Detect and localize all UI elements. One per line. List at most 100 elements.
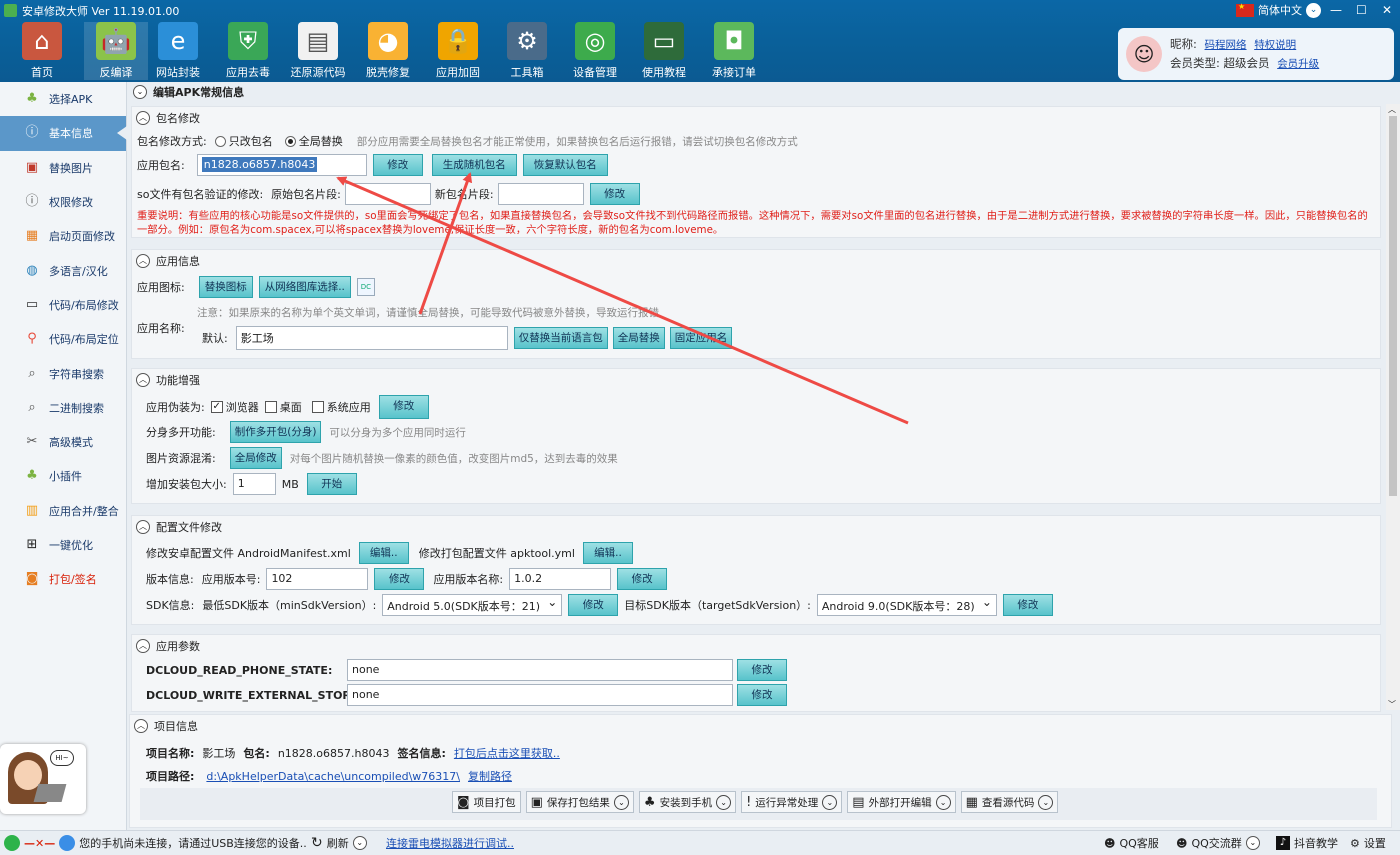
nav-android[interactable]: 🤖 反编译 (84, 22, 148, 80)
sidebar-item-8[interactable]: ⚲ 代码/布局定位 (0, 322, 126, 356)
size-input[interactable]: 1 (232, 473, 276, 495)
param-modify-button[interactable]: 修改 (737, 684, 787, 706)
nav-ie[interactable]: e 网站封装 (146, 22, 210, 80)
radio-only-package[interactable] (214, 135, 226, 147)
chevron-down-icon[interactable]: ⌄ (352, 836, 367, 850)
nick-link[interactable]: 码程网络 (1205, 39, 1247, 51)
copy-path-link[interactable]: 复制路径 (468, 768, 512, 784)
clone-button[interactable]: 制作多开包(分身) (229, 421, 322, 443)
sign-info-link[interactable]: 打包后点击这里获取.. (454, 745, 560, 761)
collapse-icon[interactable]: ︿ (136, 373, 150, 387)
package-name-input[interactable]: n1828.o6857.h8043 (196, 154, 367, 176)
qq-service-label[interactable]: QQ客服 (1119, 835, 1158, 851)
chevron-down-icon[interactable]: ⌄ (822, 794, 838, 810)
edit-header[interactable]: ⌄ 编辑APK常规信息 (133, 84, 244, 100)
edit-manifest-button[interactable]: 编辑.. (358, 542, 409, 564)
sidebar-item-5[interactable]: ▦ 启动页面修改 (0, 219, 126, 253)
fixed-name-button[interactable]: 固定应用名 (669, 327, 733, 349)
nav-chalkboard[interactable]: ▭ 使用教程 (632, 22, 696, 80)
version-code-input[interactable]: 102 (266, 568, 369, 590)
min-sdk-modify-button[interactable]: 修改 (568, 594, 619, 616)
nav-house[interactable]: ⌂ 首页 (10, 22, 74, 80)
nav-radar[interactable]: ◎ 设备管理 (563, 22, 627, 80)
radio-global-replace[interactable] (284, 135, 296, 147)
random-package-button[interactable]: 生成随机包名 (431, 154, 517, 176)
emulator-link[interactable]: 连接雷电模拟器进行调试.. (386, 835, 514, 851)
sidebar-item-14[interactable]: ⊞ 一键优化 (0, 528, 126, 562)
sidebar-item-3[interactable]: ▣ 替换图片 (0, 151, 126, 185)
target-sdk-select[interactable]: Android 9.0(SDK版本号：28) (816, 594, 997, 616)
chevron-down-icon[interactable]: ⌄ (716, 794, 732, 810)
desktop-checkbox[interactable] (264, 401, 277, 413)
nav-lock[interactable]: 🔒 应用加固 (426, 22, 490, 80)
nav-toolbox[interactable]: ⚙ 工具箱 (495, 22, 559, 80)
project-action-2[interactable]: ▣ 保存打包结果 ⌄ (525, 791, 634, 813)
refresh-icon[interactable]: ↻ (311, 835, 323, 851)
sidebar-item-7[interactable]: ▭ 代码/布局修改 (0, 288, 126, 322)
current-lang-button[interactable]: 仅替换当前语言包 (513, 327, 608, 349)
scroll-thumb[interactable] (1389, 116, 1397, 496)
douyin-label[interactable]: 抖音教学 (1294, 835, 1338, 851)
sidebar-item-2[interactable]: ⓘ 基本信息 (0, 116, 127, 151)
chevron-down-icon[interactable]: ⌄ (1306, 2, 1321, 18)
so-modify-button[interactable]: 修改 (589, 183, 640, 205)
app-logo-icon[interactable]: DC (356, 278, 375, 296)
restore-package-button[interactable]: 恢复默认包名 (522, 154, 608, 176)
refresh-label[interactable]: 刷新 (327, 835, 349, 851)
chevron-down-icon[interactable]: ⌄ (935, 794, 951, 810)
min-sdk-select[interactable]: Android 5.0(SDK版本号：21) (382, 594, 563, 616)
collapse-icon[interactable]: ︿ (136, 520, 150, 534)
size-start-button[interactable]: 开始 (306, 473, 357, 495)
main-scrollbar[interactable]: ︿ ﹀ (1386, 104, 1400, 710)
sidebar-item-12[interactable]: ♣ 小插件 (0, 459, 126, 493)
browser-checkbox[interactable]: ✓ (210, 401, 223, 413)
settings-label[interactable]: 设置 (1364, 835, 1386, 851)
sidebar-item-13[interactable]: ▥ 应用合并/整合 (0, 494, 126, 528)
sidebar-item-9[interactable]: ⌕ 字符串搜索 (0, 356, 126, 390)
collapse-icon[interactable]: ⌄ (133, 85, 147, 99)
close-button[interactable]: ✕ (1382, 0, 1392, 20)
language-selector[interactable]: 简体中文 ⌄ (1236, 2, 1321, 18)
version-code-modify-button[interactable]: 修改 (374, 568, 425, 590)
collapse-icon[interactable]: ︿ (136, 639, 150, 653)
version-name-modify-button[interactable]: 修改 (617, 568, 668, 590)
sidebar-item-4[interactable]: ⓘ 权限修改 (0, 185, 126, 219)
sidebar-item-10[interactable]: ⌕ 二进制搜索 (0, 391, 126, 425)
nav-shield[interactable]: ⛨ 应用去毒 (216, 22, 280, 80)
disguise-modify-button[interactable]: 修改 (378, 395, 429, 419)
pkg-modify-button[interactable]: 修改 (372, 154, 423, 176)
app-name-input[interactable]: 影工场 (235, 326, 508, 350)
collapse-icon[interactable]: ︿ (134, 719, 148, 733)
global-replace-button[interactable]: 全局替换 (612, 327, 665, 349)
param-modify-button[interactable]: 修改 (737, 659, 787, 681)
settings-icon[interactable]: ⚙ (1350, 837, 1360, 850)
gallery-select-button[interactable]: 从网络图库选择.. (258, 276, 351, 298)
nav-document[interactable]: ▤ 还原源代码 (286, 22, 350, 80)
chevron-down-icon[interactable]: ⌄ (1245, 836, 1260, 850)
sidebar-item-1[interactable]: ♣ 选择APK (0, 82, 126, 116)
upgrade-link[interactable]: 会员升级 (1277, 58, 1319, 70)
img-global-button[interactable]: 全局修改 (229, 447, 282, 469)
privilege-link[interactable]: 特权说明 (1254, 39, 1296, 51)
collapse-icon[interactable]: ︿ (136, 254, 150, 268)
edit-apktool-button[interactable]: 编辑.. (582, 542, 633, 564)
assistant-avatar[interactable]: HI~ (0, 744, 86, 814)
sidebar-item-15[interactable]: ◙ 打包/签名 (0, 562, 126, 596)
nav-windows-ball[interactable]: ◕ 脱壳修复 (356, 22, 420, 80)
scroll-down-icon[interactable]: ﹀ (1388, 699, 1396, 710)
maximize-button[interactable]: ☐ (1356, 0, 1367, 20)
project-action-4[interactable]: ! 运行异常处理 ⌄ (741, 791, 843, 813)
minimize-button[interactable]: — (1330, 0, 1342, 20)
project-action-3[interactable]: ♣ 安装到手机 ⌄ (638, 791, 737, 813)
sysapp-checkbox[interactable] (311, 401, 324, 413)
chevron-down-icon[interactable]: ⌄ (613, 794, 629, 810)
project-action-6[interactable]: ▦ 查看源代码 ⌄ (960, 791, 1059, 813)
scroll-up-icon[interactable]: ︿ (1388, 104, 1396, 115)
sidebar-item-11[interactable]: ✂ 高级模式 (0, 425, 126, 459)
qq-group-label[interactable]: QQ交流群 (1191, 835, 1241, 851)
project-action-5[interactable]: ▤ 外部打开编辑 ⌄ (847, 791, 956, 813)
sidebar-item-6[interactable]: ◍ 多语言/汉化 (0, 253, 126, 287)
version-name-input[interactable]: 1.0.2 (509, 568, 612, 590)
target-sdk-modify-button[interactable]: 修改 (1002, 594, 1053, 616)
collapse-icon[interactable]: ︿ (136, 111, 150, 125)
